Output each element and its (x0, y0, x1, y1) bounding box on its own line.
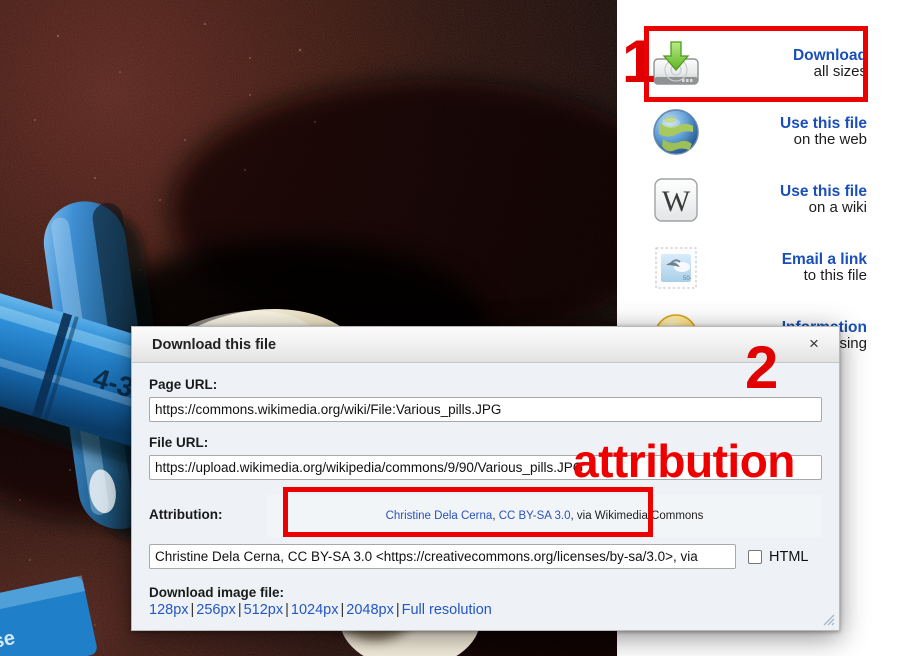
download-full-resolution[interactable]: Full resolution (402, 602, 492, 618)
sidebar-item-label-line1: Use this file (780, 114, 867, 132)
attribution-input-row: Christine Dela Cerna, CC BY-SA 3.0 <http… (149, 544, 822, 569)
wikipedia-w-icon: W (647, 171, 705, 229)
resize-grip-icon[interactable] (822, 613, 835, 626)
download-image-file-heading: Download image file: (149, 585, 285, 600)
sidebar-item-email-link-labels: Email a link to this file (719, 251, 867, 285)
globe-icon (647, 103, 705, 161)
dialog-title-bar: Download this file × (132, 327, 839, 363)
link-separator: | (395, 602, 400, 618)
postage-stamp-icon: 50- (647, 239, 705, 297)
sidebar-item-use-on-wiki-labels: Use this file on a wiki (719, 183, 867, 217)
attribution-input[interactable]: Christine Dela Cerna, CC BY-SA 3.0 <http… (149, 544, 736, 569)
attribution-label: Attribution: (149, 507, 223, 522)
page-background: IN K. Amoxi Sul 3060 4-306 (0, 0, 900, 656)
annotation-number-1: 1 (622, 28, 656, 95)
sidebar-item-use-on-web-labels: Use this file on the web (719, 115, 867, 149)
annotation-number-2: 2 (745, 334, 779, 401)
svg-text:W: W (662, 185, 691, 218)
sidebar-item-use-on-web[interactable]: Use this file on the web (617, 98, 900, 166)
download-size-128[interactable]: 128px (149, 602, 189, 618)
sidebar-item-label-line1: Use this file (780, 182, 867, 200)
annotation-box-attribution (283, 487, 653, 537)
html-checkbox[interactable] (748, 549, 762, 564)
annotation-box-download (644, 26, 868, 102)
dialog-title: Download this file (152, 336, 277, 353)
svg-text:50-: 50- (683, 276, 692, 282)
sidebar-item-label-line2: to this file (803, 267, 867, 285)
link-separator: | (285, 602, 289, 618)
sidebar-item-email-link[interactable]: 50- Email a link to this file (617, 234, 900, 302)
download-size-512[interactable]: 512px (244, 602, 284, 618)
download-size-2048[interactable]: 2048px (346, 602, 394, 618)
page-url-input[interactable]: https://commons.wikimedia.org/wiki/File:… (149, 397, 822, 422)
close-icon[interactable]: × (803, 333, 825, 355)
download-size-256[interactable]: 256px (196, 602, 236, 618)
annotation-word-attribution: attribution (573, 435, 795, 487)
sidebar-item-label-line1: Email a link (781, 250, 867, 268)
sidebar-item-label-line2: on a wiki (808, 199, 867, 217)
sidebar-item-use-on-wiki[interactable]: W Use this file on a wiki (617, 166, 900, 234)
download-size-links: 128px | 256px | 512px | 1024px | 2048px | Full res… (149, 602, 822, 618)
sidebar-item-label-line2: on the web (793, 131, 867, 149)
download-size-1024[interactable]: 1024px (291, 602, 339, 618)
html-checkbox-label: HTML (769, 548, 809, 565)
link-separator: | (237, 602, 242, 618)
page-url-label: Page URL: (149, 377, 218, 392)
